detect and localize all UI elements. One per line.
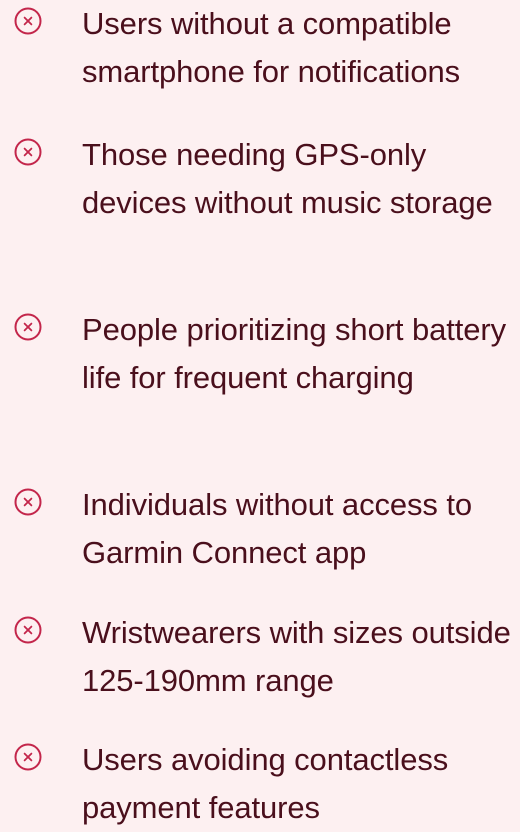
list-item-text: Individuals without access to Garmin Con…	[82, 487, 472, 570]
circle-x-icon	[13, 487, 43, 517]
list-item-text: Users without a compatible smartphone fo…	[82, 6, 461, 89]
list-item-text: Users avoiding contactless payment featu…	[82, 742, 449, 825]
not-suitable-for-list: Users without a compatible smartphone fo…	[0, 0, 520, 826]
circle-x-icon	[13, 137, 43, 167]
list-item-text: People prioritizing short battery life f…	[82, 312, 507, 395]
list-item-text: Wristwearers with sizes outside 125-190m…	[82, 615, 511, 698]
circle-x-icon	[13, 742, 43, 772]
circle-x-icon	[13, 615, 43, 645]
circle-x-icon	[13, 6, 43, 36]
circle-x-icon	[13, 312, 43, 342]
list-item-text: Those needing GPS-only devices without m…	[82, 137, 493, 220]
